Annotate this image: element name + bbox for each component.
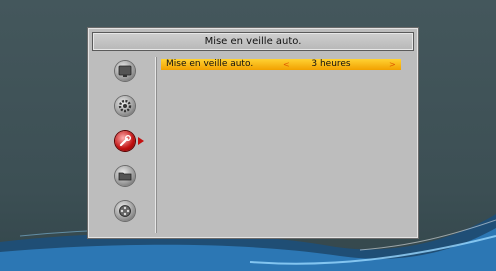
sidebar-item-tv[interactable] xyxy=(115,61,135,81)
sidebar-item-tools[interactable] xyxy=(115,131,135,151)
auto-standby-row[interactable]: Mise en veille auto. < 3 heures > xyxy=(161,59,401,70)
folder-icon xyxy=(118,172,132,181)
setting-label: Mise en veille auto. xyxy=(166,59,254,69)
sidebar-menu xyxy=(95,57,156,233)
arrow-left-icon[interactable]: < xyxy=(283,59,290,70)
wrench-icon xyxy=(119,135,131,147)
settings-dialog: Mise en veille auto. Mise en veille auto… xyxy=(88,28,418,238)
active-pointer-icon xyxy=(138,137,144,145)
sidebar-item-settings[interactable] xyxy=(115,96,135,116)
arrow-right-icon[interactable]: > xyxy=(389,59,396,70)
dialog-title: Mise en veille auto. xyxy=(92,32,414,51)
sidebar-item-media[interactable] xyxy=(115,166,135,186)
tv-icon xyxy=(118,65,132,77)
setting-value[interactable]: 3 heures xyxy=(301,59,361,70)
film-reel-icon xyxy=(119,205,131,217)
sidebar-item-multimedia[interactable] xyxy=(115,201,135,221)
gear-icon xyxy=(118,99,132,113)
